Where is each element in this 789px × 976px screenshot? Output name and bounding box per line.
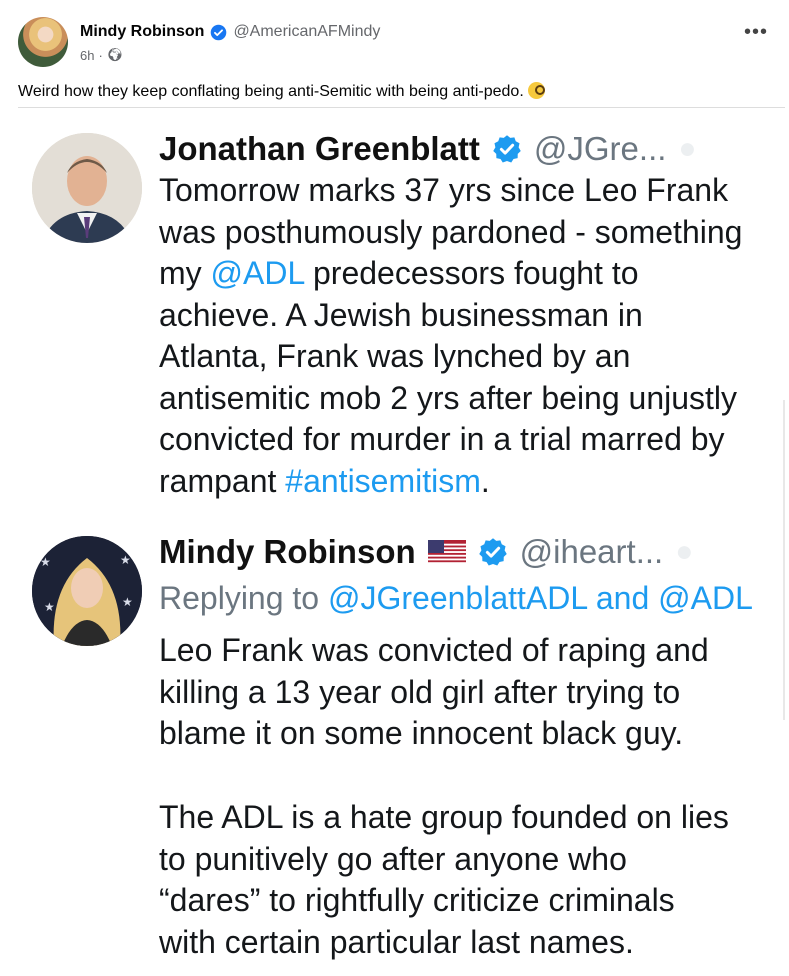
- tweet2-line: to punitively go after anyone who: [159, 840, 627, 877]
- verified-badge-icon: [211, 24, 227, 40]
- tweet2-handle: @iheart...: [519, 533, 664, 570]
- adl-mention-link: @ADL: [210, 255, 305, 291]
- tweet2-paragraph-1: Leo Frank was convicted of raping and ki…: [159, 630, 709, 755]
- tweet2-header: Mindy Robinson @iheart... ●: [159, 533, 693, 571]
- author-handle[interactable]: @AmericanAFMindy: [233, 23, 380, 41]
- replying-to-mentions: @JGreenblattADL and @ADL: [327, 580, 753, 616]
- post-header: Mindy Robinson @AmericanAFMindy 6h · 🌍︎ …: [18, 17, 778, 69]
- svg-text:★: ★: [120, 553, 131, 567]
- tweet2-line: blame it on some innocent black guy.: [159, 715, 684, 751]
- faint-icon: ●: [678, 132, 697, 165]
- divider: [18, 107, 785, 108]
- svg-text:★: ★: [122, 595, 133, 609]
- tweet2-name: Mindy Robinson: [159, 533, 416, 570]
- tweet2-line: Leo Frank was convicted of raping and: [159, 632, 709, 668]
- globe-icon: 🌍︎: [106, 47, 124, 62]
- tweet1-line: rampant #antisemitism.: [159, 462, 490, 499]
- tweet2-paragraph-2: The ADL is a hate group founded on lies …: [159, 797, 729, 963]
- tweet1-body: Tomorrow marks 37 yrs since Leo Frank wa…: [159, 170, 742, 502]
- tweet1-line: my @ADL predecessors fought to: [159, 255, 639, 291]
- post-caption: Weird how they keep conflating being ant…: [18, 82, 545, 101]
- faint-icon: ●: [675, 535, 694, 568]
- post-image[interactable]: Jonathan Greenblatt @JGre... ● Tomorrow …: [14, 112, 785, 972]
- post-meta: 6h · 🌍︎: [80, 47, 123, 63]
- tweet2-line: “dares” to rightfully criticize criminal…: [159, 882, 675, 918]
- tweet1-handle: @JGre...: [533, 130, 667, 167]
- tweet1-header: Jonathan Greenblatt @JGre... ●: [159, 130, 697, 168]
- replying-to-line: Replying to @JGreenblattADL and @ADL: [159, 580, 753, 617]
- author-line: Mindy Robinson @AmericanAFMindy: [80, 23, 380, 41]
- hashtag-link: #antisemitism: [285, 462, 481, 499]
- tweet1-line: achieve. A Jewish businessman in: [159, 296, 643, 333]
- caption-text: Weird how they keep conflating being ant…: [18, 83, 524, 100]
- author-avatar[interactable]: [18, 17, 68, 67]
- replying-prefix: Replying to: [159, 580, 328, 616]
- svg-text:★: ★: [40, 555, 51, 569]
- svg-text:★: ★: [44, 600, 55, 614]
- tweet2-avatar: ★ ★ ★ ★: [32, 536, 142, 646]
- tweet2-line: killing a 13 year old girl after trying …: [159, 673, 681, 710]
- more-options-icon[interactable]: •••: [744, 21, 768, 44]
- tweet1-name: Jonathan Greenblatt: [159, 130, 480, 167]
- us-flag-icon: [427, 540, 466, 564]
- author-name[interactable]: Mindy Robinson: [80, 23, 204, 41]
- tweet1-line: Atlanta, Frank was lynched by an: [159, 338, 631, 374]
- tweet2-line: with certain particular last names.: [159, 923, 634, 960]
- tweet1-avatar: [32, 133, 142, 243]
- meta-separator: ·: [98, 47, 103, 63]
- tweet1-line: antisemitic mob 2 yrs after being unjust…: [159, 379, 738, 416]
- monocle-face-emoji: [527, 82, 545, 99]
- post-time[interactable]: 6h: [80, 48, 94, 63]
- scroll-track[interactable]: [783, 400, 785, 720]
- tweet2-line: The ADL is a hate group founded on lies: [159, 799, 729, 835]
- verified-badge-icon: [493, 135, 521, 163]
- verified-badge-icon: [478, 538, 507, 566]
- tweet1-line: was posthumously pardoned - something: [159, 213, 743, 250]
- tweet1-line: Tomorrow marks 37 yrs since Leo Frank: [159, 172, 729, 208]
- tweet1-line: convicted for murder in a trial marred b…: [159, 421, 725, 457]
